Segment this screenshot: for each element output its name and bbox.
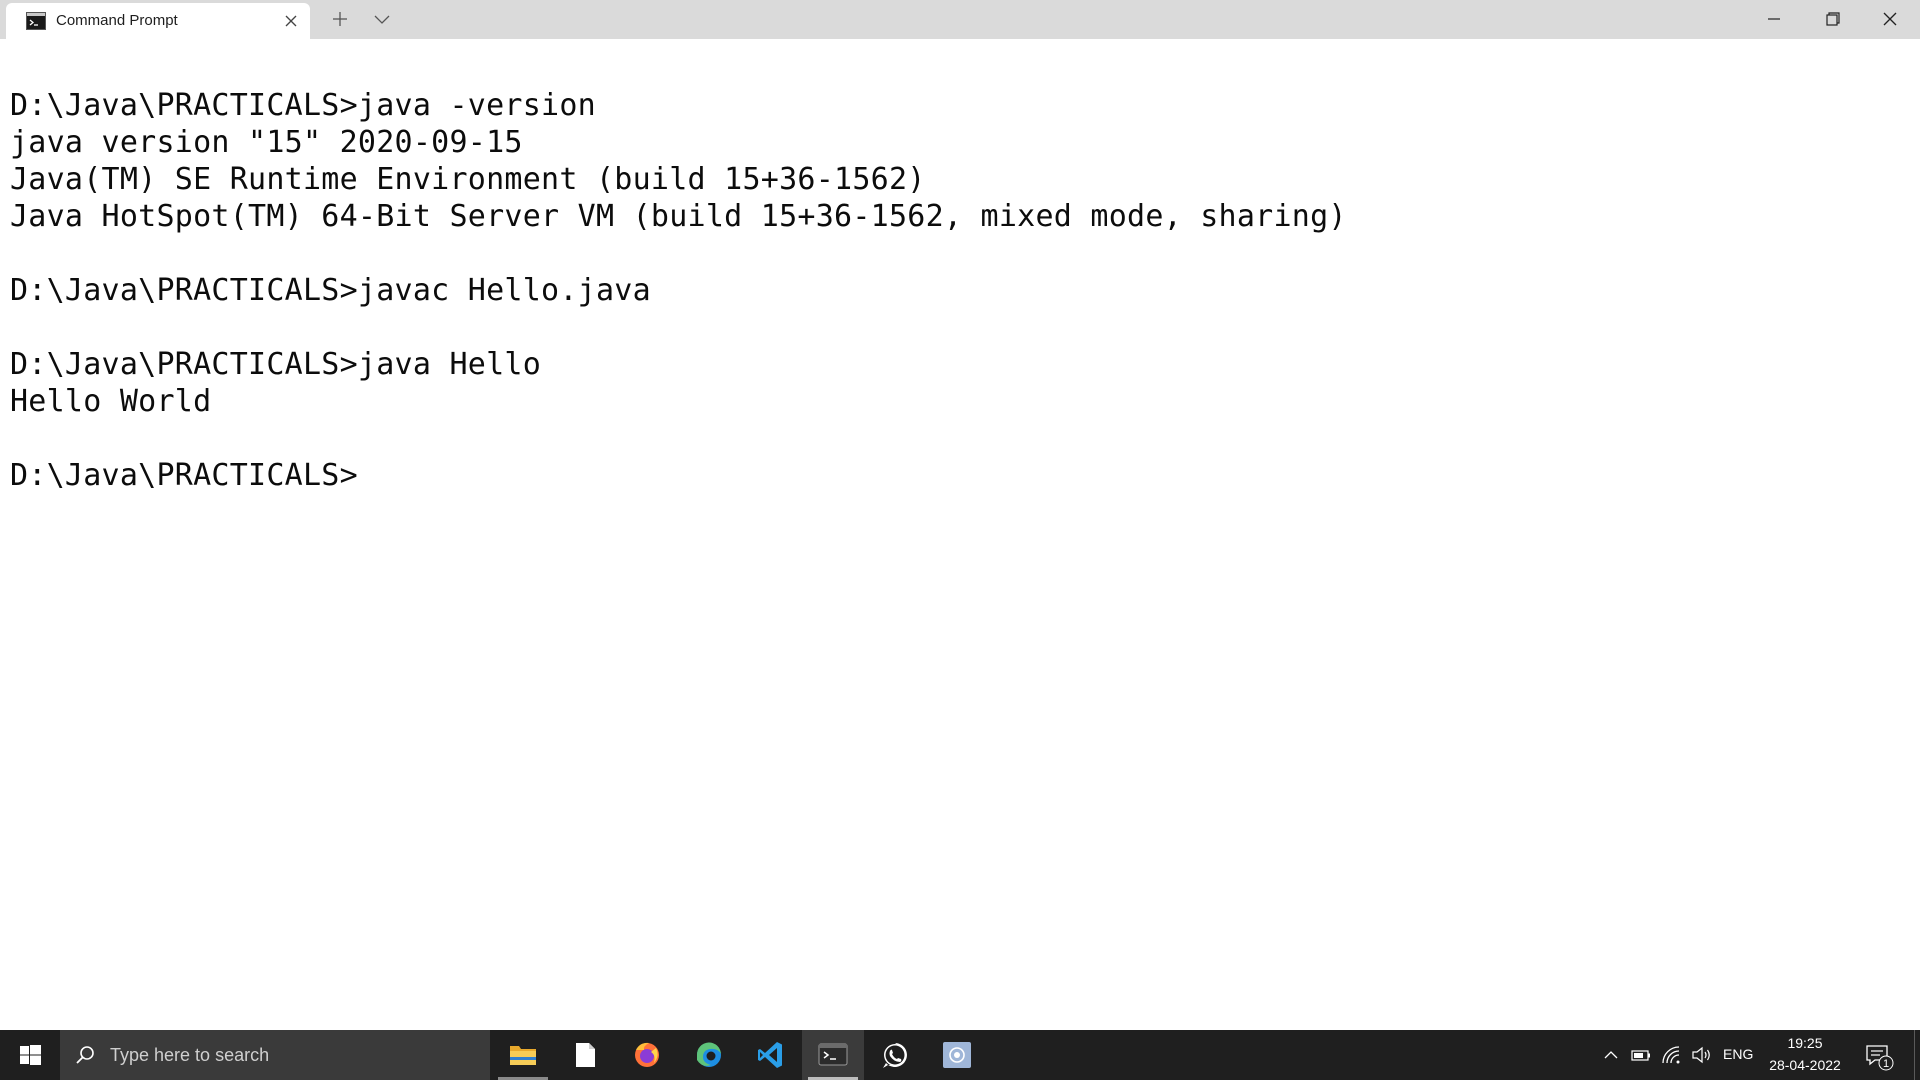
taskbar-file-explorer[interactable] [492, 1030, 554, 1080]
terminal-output[interactable]: D:\Java\PRACTICALS>java -version java ve… [0, 39, 1920, 1030]
title-bar: Command Prompt [0, 0, 1920, 39]
notification-center-icon[interactable]: 1 [1862, 1040, 1896, 1072]
taskbar-firefox[interactable] [616, 1030, 678, 1080]
terminal-line: Java(TM) SE Runtime Environment (build 1… [10, 162, 926, 197]
firefox-icon [635, 1042, 659, 1067]
notification-count: 1 [1883, 1058, 1889, 1070]
wifi-icon[interactable] [1660, 1044, 1682, 1066]
terminal-line: D:\Java\PRACTICALS>java Hello [10, 347, 542, 382]
search-placeholder: Type here to search [110, 1045, 270, 1065]
close-window-icon[interactable] [1868, 4, 1912, 34]
volume-icon[interactable] [1690, 1044, 1712, 1066]
file-explorer-icon [510, 1046, 536, 1065]
taskbar-search-box[interactable]: Type here to search [60, 1030, 490, 1080]
new-tab-plus-icon[interactable] [326, 6, 354, 32]
tab-command-prompt[interactable]: Command Prompt [6, 3, 310, 39]
chevron-down-icon[interactable] [370, 6, 394, 32]
terminal-line: Java HotSpot(TM) 64-Bit Server VM (build… [10, 199, 1347, 234]
terminal-icon [818, 1043, 848, 1066]
battery-icon[interactable] [1630, 1044, 1652, 1066]
language-indicator[interactable]: ENG [1723, 1046, 1753, 1062]
terminal-prompt: D:\Java\PRACTICALS> [10, 458, 358, 493]
windows-start-icon[interactable] [0, 1030, 60, 1080]
taskbar-terminal[interactable] [802, 1030, 864, 1080]
edge-icon [696, 1042, 721, 1067]
taskbar-app[interactable] [926, 1030, 988, 1080]
terminal-line: D:\Java\PRACTICALS>javac Hello.java [10, 273, 651, 308]
taskbar-notepad[interactable] [554, 1030, 616, 1080]
minimize-icon[interactable] [1752, 4, 1796, 34]
taskbar-edge[interactable] [678, 1030, 740, 1080]
cmd-icon [26, 12, 46, 30]
taskbar: Type here to search ENG 19:25 28-04-2022… [0, 1030, 1920, 1080]
clock-date: 28-04-2022 [1769, 1057, 1841, 1073]
taskbar-vscode[interactable] [740, 1030, 802, 1080]
whatsapp-icon [883, 1043, 907, 1068]
terminal-line: java version "15" 2020-09-15 [10, 125, 523, 160]
app-icon [943, 1042, 971, 1068]
taskbar-whatsapp[interactable] [864, 1030, 926, 1080]
show-desktop-button[interactable] [1914, 1030, 1920, 1080]
restore-icon[interactable] [1810, 4, 1854, 34]
terminal-line: D:\Java\PRACTICALS>java -version [10, 88, 596, 123]
close-tab-icon[interactable] [280, 10, 302, 32]
document-icon [576, 1043, 595, 1067]
chevron-up-icon[interactable] [1600, 1044, 1622, 1066]
clock-time: 19:25 [1787, 1035, 1823, 1051]
search-icon [76, 1046, 94, 1064]
vscode-icon [758, 1042, 782, 1068]
tab-title: Command Prompt [56, 12, 178, 29]
terminal-line: Hello World [10, 384, 212, 419]
